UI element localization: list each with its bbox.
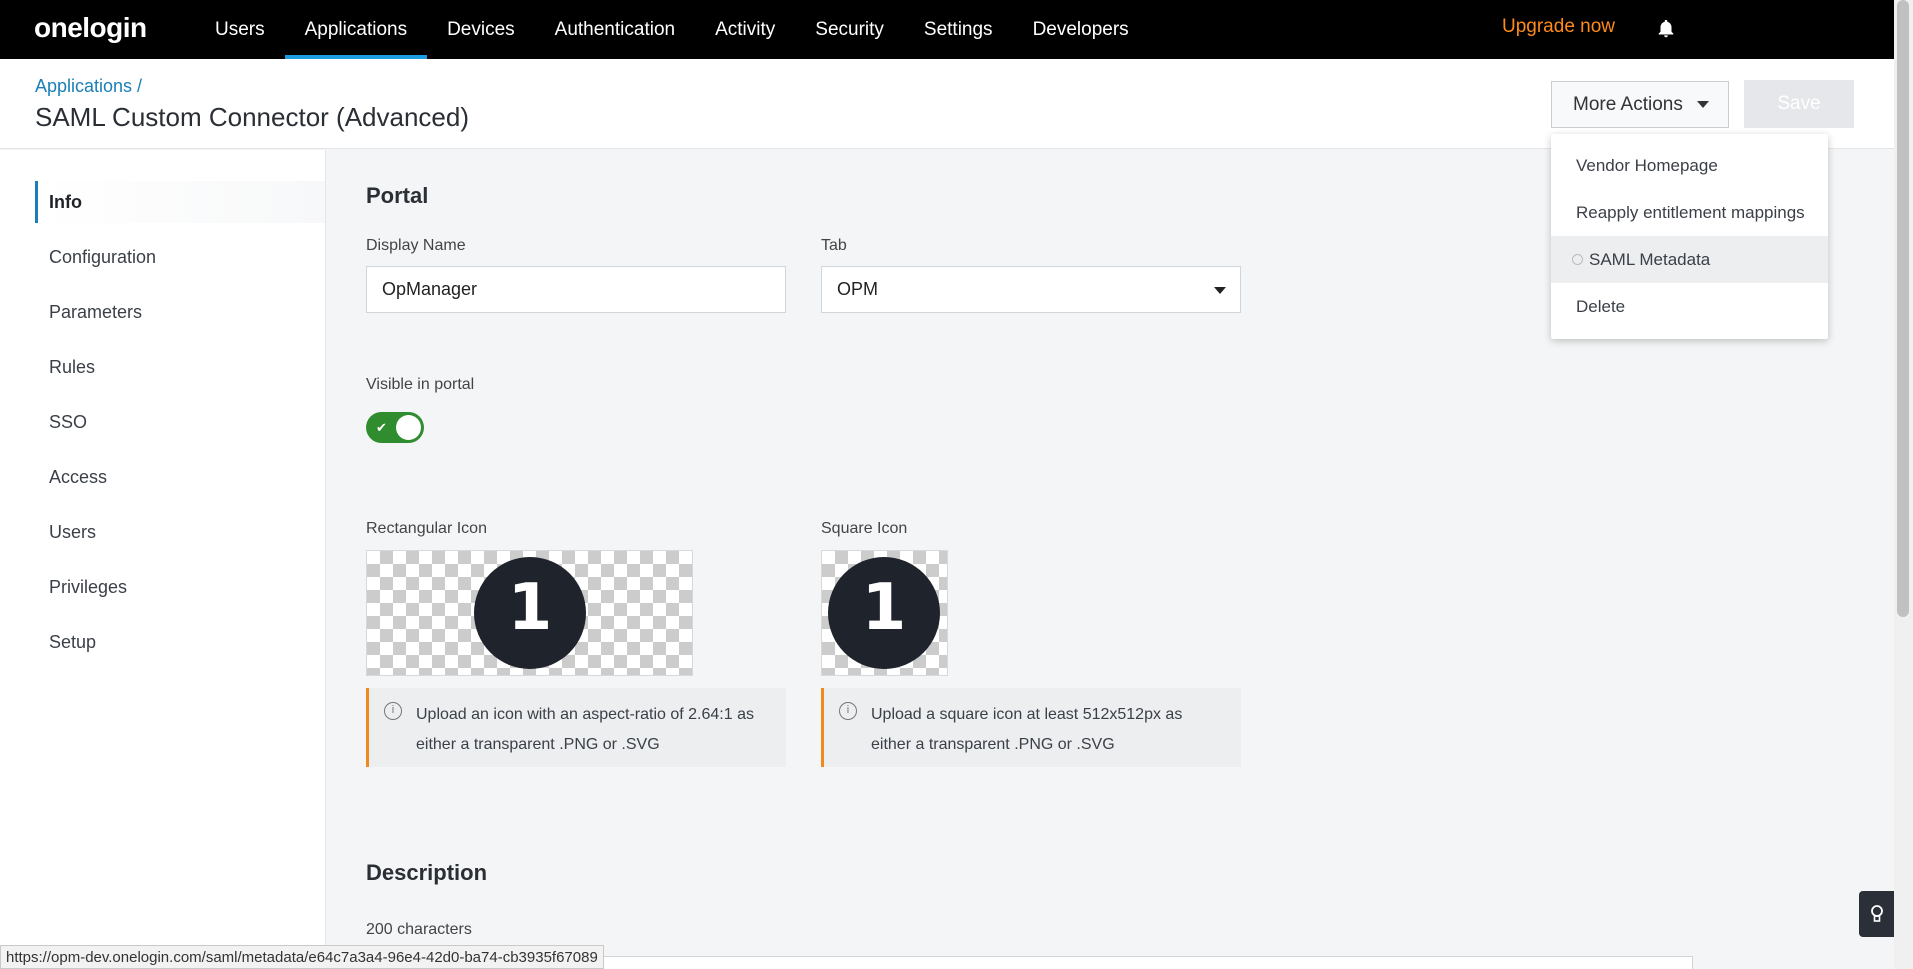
- description-heading: Description: [366, 860, 488, 885]
- more-actions-button[interactable]: More Actions: [1551, 81, 1729, 128]
- rectangular-icon-note: i Upload an icon with an aspect-ratio of…: [366, 688, 786, 767]
- status-bar-url: https://opm-dev.onelogin.com/saml/metada…: [0, 945, 604, 969]
- visible-in-portal-toggle[interactable]: ✔: [366, 412, 424, 443]
- square-icon-note: i Upload a square icon at least 512x512p…: [821, 688, 1241, 767]
- display-name-value: OpManager: [382, 279, 478, 299]
- caret-down-icon: [1696, 101, 1709, 108]
- top-navbar: onelogin Users Applications Devices Auth…: [0, 0, 1894, 59]
- square-icon-label: Square Icon: [821, 520, 908, 537]
- scrollbar-thumb[interactable]: [1897, 0, 1909, 617]
- onelogin-app-icon: 1: [474, 557, 586, 669]
- description-char-count: 200 characters: [366, 921, 472, 938]
- check-icon: ✔: [376, 420, 387, 435]
- bell-icon[interactable]: [1655, 17, 1677, 41]
- nav-activity[interactable]: Activity: [695, 0, 795, 59]
- menu-item-vendor-homepage[interactable]: Vendor Homepage: [1551, 142, 1828, 189]
- upgrade-now-link[interactable]: Upgrade now: [1502, 16, 1615, 38]
- app-icon-glyph: 1: [507, 571, 553, 645]
- help-lightbulb-button[interactable]: [1859, 891, 1894, 937]
- sidebar-item-users[interactable]: Users: [35, 511, 325, 553]
- nav-applications[interactable]: Applications: [284, 0, 428, 59]
- rectangular-icon-label: Rectangular Icon: [366, 520, 487, 537]
- sidebar-item-privileges[interactable]: Privileges: [35, 566, 325, 608]
- display-name-field[interactable]: OpManager: [366, 266, 786, 313]
- sidebar-item-setup[interactable]: Setup: [35, 621, 325, 663]
- tab-label: Tab: [821, 237, 847, 254]
- page-title: SAML Custom Connector (Advanced): [35, 102, 470, 132]
- onelogin-logo[interactable]: onelogin: [34, 12, 147, 44]
- sidebar-item-configuration[interactable]: Configuration: [35, 236, 325, 278]
- rectangular-icon-note-text: Upload an icon with an aspect-ratio of 2…: [416, 706, 754, 753]
- sidebar-item-rules[interactable]: Rules: [35, 346, 325, 388]
- tab-select[interactable]: OPM: [821, 266, 1241, 313]
- lightbulb-icon: [1871, 905, 1883, 922]
- main-nav: Users Applications Devices Authenticatio…: [195, 0, 1149, 59]
- toggle-knob: [396, 415, 421, 440]
- nav-settings[interactable]: Settings: [904, 0, 1013, 59]
- more-actions-label: More Actions: [1573, 93, 1683, 115]
- breadcrumb[interactable]: Applications /: [35, 76, 142, 97]
- nav-authentication[interactable]: Authentication: [535, 0, 695, 59]
- nav-developers[interactable]: Developers: [1013, 0, 1149, 59]
- more-actions-menu: Vendor Homepage Reapply entitlement mapp…: [1551, 134, 1828, 339]
- info-icon: i: [839, 702, 857, 720]
- sidebar-item-access[interactable]: Access: [35, 456, 325, 498]
- sidebar-item-info[interactable]: Info: [35, 181, 325, 223]
- menu-item-saml-metadata-label: SAML Metadata: [1589, 249, 1711, 269]
- square-icon-upload[interactable]: 1: [821, 550, 948, 676]
- portal-heading: Portal: [366, 183, 429, 208]
- menu-item-reapply-entitlement-mappings[interactable]: Reapply entitlement mappings: [1551, 189, 1828, 236]
- visible-in-portal-label: Visible in portal: [366, 376, 475, 393]
- nav-devices[interactable]: Devices: [427, 0, 535, 59]
- caret-down-icon: [1214, 287, 1226, 294]
- display-name-label: Display Name: [366, 237, 466, 254]
- onelogin-app-icon: 1: [828, 557, 940, 669]
- loading-icon: [1572, 254, 1583, 265]
- rectangular-icon-upload[interactable]: 1: [366, 550, 693, 676]
- info-icon: i: [384, 702, 402, 720]
- menu-item-saml-metadata[interactable]: SAML Metadata: [1551, 236, 1828, 283]
- menu-item-delete[interactable]: Delete: [1551, 283, 1828, 330]
- sidebar-item-parameters[interactable]: Parameters: [35, 291, 325, 333]
- save-button[interactable]: Save: [1744, 80, 1854, 128]
- sidebar-item-sso[interactable]: SSO: [35, 401, 325, 443]
- app-sidebar: Info Configuration Parameters Rules SSO …: [0, 150, 326, 969]
- nav-security[interactable]: Security: [795, 0, 904, 59]
- nav-users[interactable]: Users: [195, 0, 285, 59]
- tab-select-value: OPM: [837, 279, 879, 299]
- app-icon-glyph: 1: [861, 571, 907, 645]
- square-icon-note-text: Upload a square icon at least 512x512px …: [871, 706, 1183, 753]
